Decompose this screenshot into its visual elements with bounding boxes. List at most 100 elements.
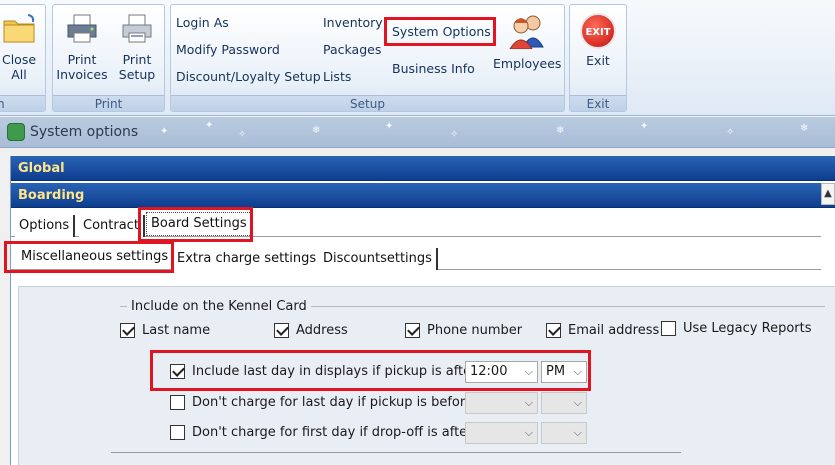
dont-charge-first-day-time-select[interactable]: ⌵ xyxy=(465,422,538,444)
kennel-last-name-checkbox[interactable]: Last name xyxy=(120,323,210,338)
business-info-link[interactable]: Business Info xyxy=(392,61,475,76)
ribbon-group-exit: EXIT Exit Exit xyxy=(569,4,627,112)
checkbox-box xyxy=(661,321,676,336)
subtab-miscellaneous-settings[interactable]: Miscellaneous settings xyxy=(17,246,173,268)
group-label-print: Print xyxy=(53,95,164,111)
employees-button[interactable]: Employees xyxy=(493,13,561,71)
ribbon: Close All n Print Invoices Print Setup P… xyxy=(0,0,835,116)
snow-decoration-icon: ❄ xyxy=(312,125,321,136)
ribbon-group-setup: Login As Modify Password Discount/Loyalt… xyxy=(170,4,565,112)
lists-link[interactable]: Lists xyxy=(323,69,351,84)
subtab-discount-settings[interactable]: Discountsettings xyxy=(319,248,438,270)
chevron-down-icon: ⌵ xyxy=(573,426,582,439)
include-last-day-checkbox[interactable]: Include last day in displays if pickup i… xyxy=(170,364,476,379)
group-label-file: n xyxy=(0,95,45,111)
checkbox-label: Last name xyxy=(142,323,211,338)
snow-decoration-icon: ❄ xyxy=(800,123,809,134)
section-global[interactable]: Global xyxy=(11,156,835,181)
printer-icon xyxy=(55,13,109,48)
use-legacy-reports-checkbox[interactable]: Use Legacy Reports xyxy=(661,321,812,336)
chevron-down-icon: ⌵ xyxy=(573,365,582,378)
packages-link[interactable]: Packages xyxy=(323,42,381,57)
exit-button[interactable]: EXIT Exit xyxy=(572,13,624,68)
checkbox-box xyxy=(170,364,185,379)
subtab-extra-charge-settings[interactable]: Extra charge settings xyxy=(173,248,323,270)
snow-decoration-icon: ✦ xyxy=(640,121,649,132)
dont-charge-first-day-ampm-select[interactable]: ⌵ xyxy=(541,422,587,444)
miscellaneous-settings-panel: Include on the Kennel Card Last name Add… xyxy=(18,286,835,465)
print-invoices-line1: Print xyxy=(67,52,97,67)
discount-loyalty-setup-link[interactable]: Discount/Loyalty Setup xyxy=(176,69,321,84)
checkbox-label: Address xyxy=(296,323,348,338)
panel-bottom-divider xyxy=(111,452,681,453)
checkbox-label: Use Legacy Reports xyxy=(683,321,812,336)
checkbox-box xyxy=(170,395,185,410)
window-title: System options xyxy=(30,124,139,140)
time-value: 12:00 xyxy=(470,364,508,379)
tab-options[interactable]: Options xyxy=(15,215,76,237)
dont-charge-last-day-checkbox[interactable]: Don't charge for last day if pickup is b… xyxy=(170,395,473,410)
window-titlebar: System options ✦ ✦ ✧ ❄ ✦ ✧ ❄ ✦ ✧ ❄ xyxy=(0,117,835,148)
tab-board-settings[interactable]: Board Settings xyxy=(146,212,252,236)
include-last-day-ampm-select[interactable]: PM ⌵ xyxy=(541,361,587,383)
ribbon-group-print: Print Invoices Print Setup Print xyxy=(52,4,165,112)
print-invoices-button[interactable]: Print Invoices xyxy=(55,13,109,82)
dont-charge-last-day-time-select[interactable]: ⌵ xyxy=(465,392,538,414)
exit-icon: EXIT xyxy=(580,13,616,49)
printer-setup-icon xyxy=(111,13,163,48)
inventory-link[interactable]: Inventory xyxy=(323,15,383,30)
chevron-down-icon: ⌵ xyxy=(573,396,582,409)
close-all-line1: Close xyxy=(1,52,37,67)
snow-decoration-icon: ✦ xyxy=(160,126,169,137)
print-setup-button[interactable]: Print Setup xyxy=(111,13,163,82)
chevron-down-icon: ⌵ xyxy=(524,426,533,439)
checkbox-box xyxy=(274,323,289,338)
snow-decoration-icon: ✦ xyxy=(385,121,394,132)
folder-icon xyxy=(0,13,41,48)
checkbox-label: Don't charge for first day if drop-off i… xyxy=(192,425,473,440)
snow-decoration-icon: ❄ xyxy=(556,125,565,136)
kennel-phone-number-checkbox[interactable]: Phone number xyxy=(405,323,522,338)
system-options-link[interactable]: System Options xyxy=(392,24,491,39)
checkbox-label: Include last day in displays if pickup i… xyxy=(192,364,477,379)
modify-password-link[interactable]: Modify Password xyxy=(176,42,280,57)
dont-charge-first-day-checkbox[interactable]: Don't charge for first day if drop-off i… xyxy=(170,425,473,440)
employees-label: Employees xyxy=(493,56,562,71)
chevron-down-icon: ⌵ xyxy=(524,396,533,409)
kennel-card-legend: Include on the Kennel Card xyxy=(127,299,311,314)
snow-decoration-icon: ✦ xyxy=(205,120,214,131)
ribbon-group-file: Close All n xyxy=(0,4,46,112)
employees-icon xyxy=(493,13,561,52)
tab-contract[interactable]: Contract xyxy=(79,215,145,237)
snow-decoration-icon: ✧ xyxy=(450,129,459,140)
login-as-link[interactable]: Login As xyxy=(176,15,229,30)
scroll-up-button[interactable]: ▲ xyxy=(821,183,835,205)
print-setup-line1: Print xyxy=(122,52,152,67)
close-all-line2: All xyxy=(11,67,27,82)
kennel-email-address-checkbox[interactable]: Email address xyxy=(546,323,659,338)
chevron-down-icon: ⌵ xyxy=(524,365,533,378)
system-options-window-icon xyxy=(7,123,25,141)
checkbox-box xyxy=(120,323,135,338)
chevron-up-icon: ▲ xyxy=(824,188,832,199)
checkbox-label: Don't charge for last day if pickup is b… xyxy=(192,395,473,410)
checkbox-box xyxy=(405,323,420,338)
group-label-setup: Setup xyxy=(171,95,564,111)
print-invoices-line2: Invoices xyxy=(56,67,108,82)
checkbox-box xyxy=(546,323,561,338)
print-setup-line2: Setup xyxy=(118,67,156,82)
close-all-button[interactable]: Close All xyxy=(0,13,41,82)
snow-decoration-icon: ✧ xyxy=(726,127,735,138)
include-last-day-time-select[interactable]: 12:00 ⌵ xyxy=(465,361,538,383)
exit-label: Exit xyxy=(586,53,610,68)
checkbox-box xyxy=(170,425,185,440)
kennel-address-checkbox[interactable]: Address xyxy=(274,323,348,338)
ampm-value: PM xyxy=(546,364,566,379)
group-label-exit: Exit xyxy=(570,95,626,111)
checkbox-label: Email address xyxy=(568,323,660,338)
system-options-content: Global Boarding ▲ Options Contract Board… xyxy=(10,156,835,465)
checkbox-label: Phone number xyxy=(427,323,523,338)
dont-charge-last-day-ampm-select[interactable]: ⌵ xyxy=(541,392,587,414)
snow-decoration-icon: ✧ xyxy=(238,129,247,140)
section-boarding[interactable]: Boarding xyxy=(11,183,835,208)
